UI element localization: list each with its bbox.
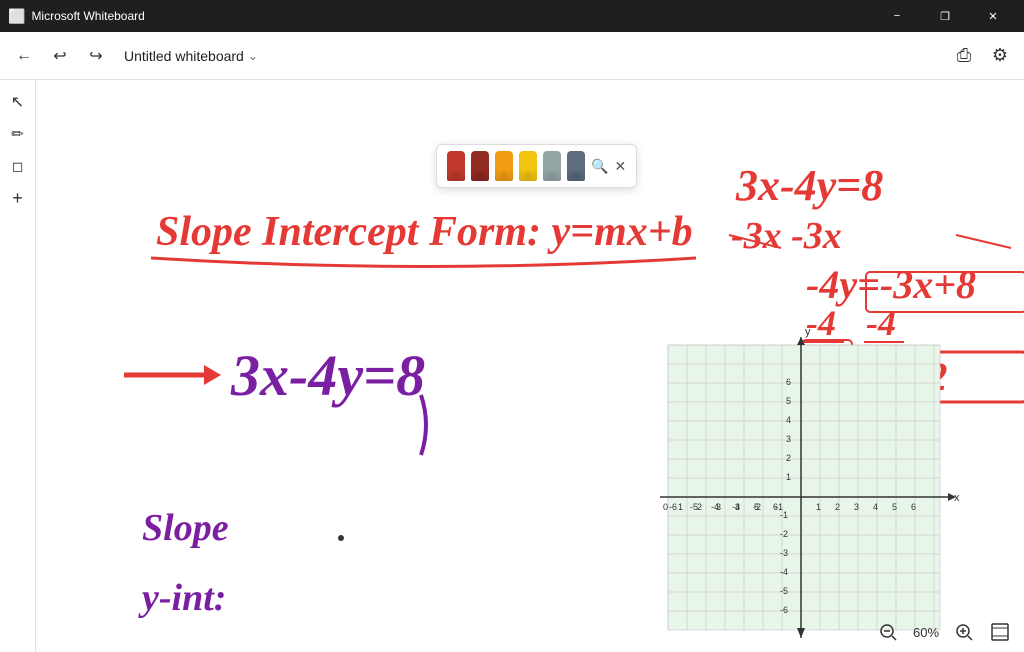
slope-intercept-label: Slope Intercept Form: y=mx+b: [151, 209, 696, 267]
zoom-out-button[interactable]: [872, 616, 904, 648]
svg-text:-5: -5: [780, 586, 788, 596]
svg-text:3: 3: [786, 434, 791, 444]
svg-text:5: 5: [786, 396, 791, 406]
share-button[interactable]: ⎙: [948, 40, 980, 72]
settings-button[interactable]: ⚙: [984, 40, 1016, 72]
minimize-button[interactable]: −: [874, 0, 920, 32]
color-swatch-orange[interactable]: [495, 151, 513, 181]
svg-text:2: 2: [835, 502, 840, 512]
color-swatch-yellow[interactable]: [519, 151, 537, 181]
right-arrow: [124, 365, 221, 385]
titlebar: ⬜ Microsoft Whiteboard − ❐ ✕: [0, 0, 1024, 32]
svg-text:-6: -6: [669, 502, 677, 512]
main-area: ↖ ✏ ◻ + 🔍: [0, 80, 1024, 652]
app-name: Microsoft Whiteboard: [31, 9, 144, 23]
title-chevron: ⌄: [248, 49, 258, 63]
svg-text:4: 4: [786, 415, 791, 425]
svg-text:-3x -3x: -3x -3x: [731, 215, 842, 257]
restore-button[interactable]: ❐: [922, 0, 968, 32]
svg-text:-4y=-3x+8: -4y=-3x+8: [806, 262, 976, 307]
redo-button[interactable]: ↪: [80, 40, 112, 72]
select-tool-button[interactable]: ↖: [4, 88, 32, 116]
color-picker-close-button[interactable]: ✕: [614, 158, 626, 175]
close-button[interactable]: ✕: [970, 0, 1016, 32]
svg-text:-2: -2: [780, 529, 788, 539]
app-icon: ⬜: [8, 8, 25, 25]
svg-text:-3: -3: [732, 502, 740, 512]
titlebar-left: ⬜ Microsoft Whiteboard: [8, 8, 145, 25]
eraser-tool-button[interactable]: ◻: [4, 152, 32, 180]
color-swatch-gray[interactable]: [543, 151, 561, 181]
svg-text:3x-4y=8: 3x-4y=8: [230, 343, 425, 408]
svg-text:y: y: [805, 326, 811, 338]
svg-text:1: 1: [786, 472, 791, 482]
svg-text:y-int:: y-int:: [138, 577, 226, 619]
color-picker-popup: 🔍 ✕: [436, 144, 637, 188]
titlebar-controls: − ❐ ✕: [874, 0, 1016, 32]
zoom-percentage: 60%: [908, 625, 944, 640]
undo-button[interactable]: ↩: [44, 40, 76, 72]
svg-text:-3: -3: [780, 548, 788, 558]
fit-to-screen-button[interactable]: [984, 616, 1016, 648]
color-swatch-red[interactable]: [447, 151, 465, 181]
color-swatch-blue-gray[interactable]: [567, 151, 585, 181]
svg-text:0: 0: [663, 502, 668, 512]
svg-text:-2: -2: [753, 502, 761, 512]
color-swatch-dark-red[interactable]: [471, 151, 489, 181]
svg-text:-4: -4: [866, 303, 896, 343]
svg-text:-1: -1: [780, 510, 788, 520]
svg-text:3x-4y=8: 3x-4y=8: [735, 161, 883, 210]
svg-text:1: 1: [816, 502, 821, 512]
svg-text:3: 3: [854, 502, 859, 512]
add-tool-button[interactable]: +: [4, 184, 32, 212]
toolbar-right: ⎙ ⚙: [948, 40, 1016, 72]
svg-text:-6: -6: [780, 605, 788, 615]
svg-text:5: 5: [892, 502, 897, 512]
zoom-bar: 60%: [864, 612, 1024, 652]
svg-text:-4: -4: [806, 303, 836, 343]
svg-text:6: 6: [786, 377, 791, 387]
main-toolbar: ← ↩ ↪ Untitled whiteboard ⌄ ⎙ ⚙: [0, 32, 1024, 80]
color-picker-zoom-button[interactable]: 🔍: [591, 158, 608, 175]
svg-text:4: 4: [873, 502, 878, 512]
svg-text:1: 1: [678, 502, 683, 512]
pen-tool-button[interactable]: ✏: [4, 120, 32, 148]
whiteboard-title: Untitled whiteboard: [124, 48, 244, 64]
svg-text:-4: -4: [780, 567, 788, 577]
svg-text:x: x: [954, 492, 960, 504]
canvas-area[interactable]: 🔍 ✕ Slope Intercept Form: y=mx+b 3x-4y=8: [36, 80, 1024, 652]
svg-text:-5: -5: [690, 502, 698, 512]
coordinate-grid: x y 0 1 2 3 4 5 6 1 2 3 4 5 6: [660, 326, 960, 638]
svg-text:-4: -4: [711, 502, 719, 512]
svg-text:Slope Intercept Form: y=mx+b: Slope Intercept Form: y=mx+b: [156, 209, 693, 255]
svg-text:6: 6: [911, 502, 916, 512]
svg-text:2: 2: [786, 453, 791, 463]
left-toolbar: ↖ ✏ ◻ +: [0, 80, 36, 652]
whiteboard-title-area[interactable]: Untitled whiteboard ⌄: [116, 44, 266, 68]
svg-text:Slope: Slope: [142, 507, 229, 549]
zoom-in-button[interactable]: [948, 616, 980, 648]
back-button[interactable]: ←: [8, 40, 40, 72]
